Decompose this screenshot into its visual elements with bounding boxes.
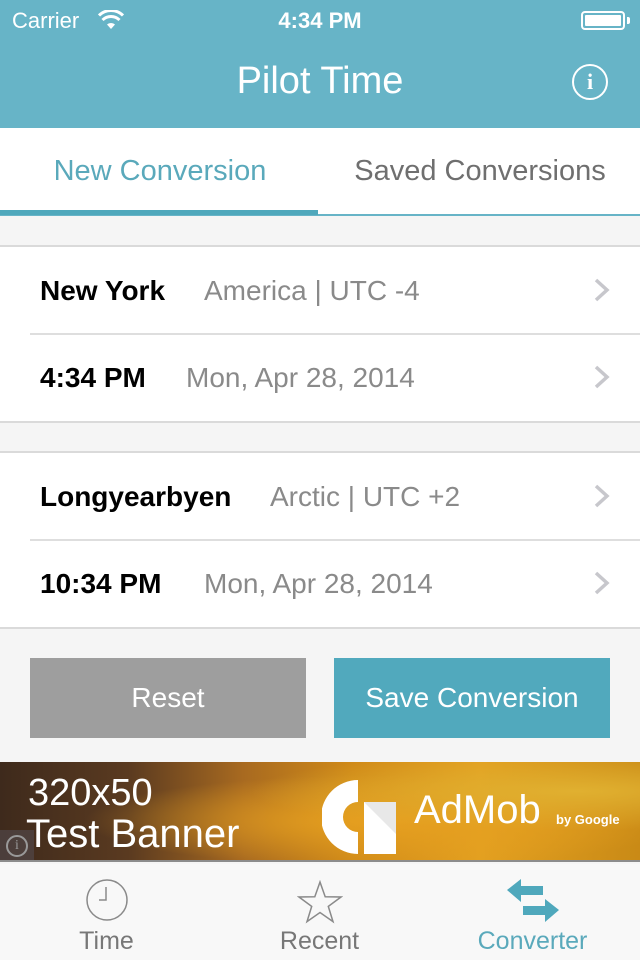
reset-button[interactable]: Reset (30, 658, 306, 738)
active-tab-indicator (0, 210, 318, 215)
tabbar-label-converter: Converter (477, 927, 588, 955)
info-button[interactable]: i (572, 64, 608, 100)
source-timezone-group: New York America | UTC -4 4:34 PM Mon, A… (0, 245, 640, 423)
target-location-row[interactable]: Longyearbyen Arctic | UTC +2 (0, 453, 640, 540)
status-time: 4:34 PM (278, 8, 362, 33)
tab-saved-conversions[interactable]: Saved Conversions (320, 128, 640, 216)
target-zone: Arctic | UTC +2 (270, 481, 461, 512)
admob-logo-icon (322, 780, 396, 854)
ad-byline-text: by Google (556, 812, 620, 827)
bottom-tab-bar: Time Recent Converter (0, 864, 640, 960)
source-city: New York (40, 275, 166, 306)
chevron-right-icon (594, 365, 610, 389)
conversion-tabs: New Conversion Saved Conversions (0, 128, 640, 216)
chevron-right-icon (594, 484, 610, 508)
target-city: Longyearbyen (40, 481, 232, 512)
tab-new-conversion[interactable]: New Conversion (0, 128, 320, 216)
page-title: Pilot Time (236, 60, 404, 102)
target-time: 10:34 PM (40, 568, 162, 599)
tabbar-item-time[interactable]: Time (0, 864, 213, 960)
source-zone: America | UTC -4 (204, 275, 420, 306)
tabbar-item-converter[interactable]: Converter (426, 864, 639, 960)
battery-tip (627, 17, 630, 24)
source-time-row[interactable]: 4:34 PM Mon, Apr 28, 2014 (0, 333, 640, 421)
battery-icon (581, 11, 625, 30)
ad-info-button[interactable]: i (0, 830, 34, 860)
info-icon: i (586, 69, 594, 94)
target-timezone-group: Longyearbyen Arctic | UTC +2 10:34 PM Mo… (0, 451, 640, 629)
ad-info-icon: i (6, 835, 28, 857)
navigation-header: Carrier 4:34 PM Pilot Time i (0, 0, 640, 128)
source-location-row[interactable]: New York America | UTC -4 (0, 247, 640, 334)
source-date: Mon, Apr 28, 2014 (186, 362, 415, 393)
target-date: Mon, Apr 28, 2014 (204, 568, 433, 599)
swap-arrows-icon (506, 879, 559, 922)
ad-banner[interactable]: 320x50 Test Banner i AdMob by Google (0, 762, 640, 862)
chevron-right-icon (594, 278, 610, 302)
source-time: 4:34 PM (40, 362, 146, 393)
tabbar-label-recent: Recent (279, 927, 360, 955)
target-time-row[interactable]: 10:34 PM Mon, Apr 28, 2014 (0, 539, 640, 627)
tabbar-item-recent[interactable]: Recent (213, 864, 426, 960)
save-conversion-button[interactable]: Save Conversion (334, 658, 610, 738)
tabbar-label-time: Time (79, 927, 134, 955)
star-icon (296, 880, 343, 924)
ad-size-text: 320x50 (28, 772, 153, 814)
clock-icon (85, 879, 128, 921)
ad-test-banner-text: Test Banner (26, 812, 240, 856)
status-bar: Carrier 4:34 PM (0, 0, 640, 40)
chevron-right-icon (594, 571, 610, 595)
ad-brand-text: AdMob (414, 788, 541, 832)
